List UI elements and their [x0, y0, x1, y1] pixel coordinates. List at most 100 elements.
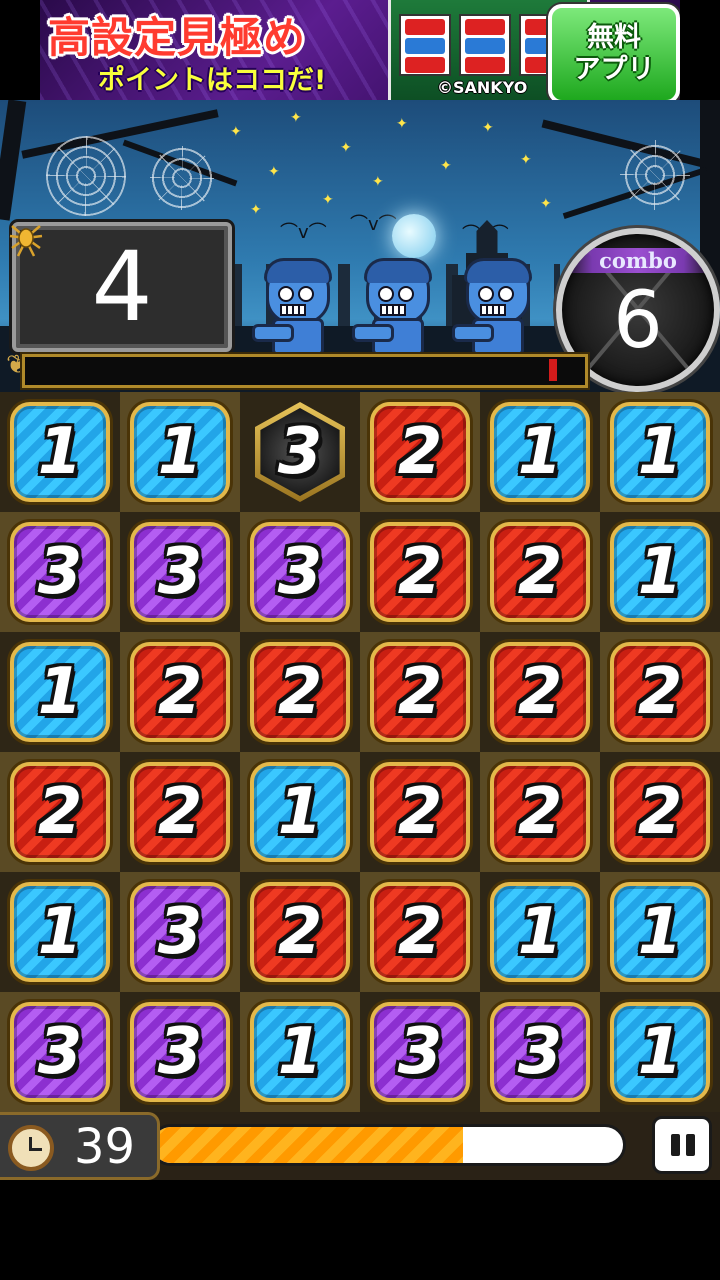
star-icon: ✦	[396, 116, 408, 132]
star-icon: ✦	[230, 124, 242, 140]
tile-cell: 1	[0, 632, 120, 752]
tile-number: 2	[37, 775, 83, 849]
tile-red-2[interactable]: 2	[250, 642, 350, 742]
tile-red-2[interactable]: 2	[370, 522, 470, 622]
tile-blue-1[interactable]: 1	[490, 402, 590, 502]
ad-subtitle: ポイントはココだ!	[98, 65, 327, 96]
tile-number: 1	[157, 415, 203, 489]
tile-cell: 2	[240, 872, 360, 992]
tile-blue-1[interactable]: 1	[610, 402, 710, 502]
zombie-enemy	[452, 258, 532, 356]
star-icon: ✦	[440, 158, 452, 174]
tile-number: 1	[277, 1015, 323, 1089]
ad-title: 高設定見極め	[48, 13, 307, 62]
ad-banner[interactable]: 高設定見極め ポイントはココだ! ©SANKYO 無料 アプリ i	[40, 0, 680, 100]
tile-blue-1[interactable]: 1	[250, 1002, 350, 1102]
pause-button[interactable]	[652, 1116, 712, 1174]
tile-blue-1[interactable]: 1	[10, 402, 110, 502]
pause-icon-bar	[686, 1134, 695, 1156]
tile-number: 3	[37, 535, 83, 609]
tile-blue-1[interactable]: 1	[10, 642, 110, 742]
tile-number: 3	[157, 895, 203, 969]
tile-cell: 2	[0, 752, 120, 872]
tile-blue-1[interactable]: 1	[610, 522, 710, 622]
zombie-enemy	[252, 258, 332, 356]
tile-red-2[interactable]: 2	[130, 762, 230, 862]
tile-blue-1[interactable]: 1	[130, 402, 230, 502]
tile-red-2[interactable]: 2	[250, 882, 350, 982]
tile-red-2[interactable]: 2	[130, 642, 230, 742]
tile-number: 2	[397, 775, 443, 849]
tile-red-2[interactable]: 2	[490, 522, 590, 622]
free-app-button-label: 無料 アプリ	[573, 22, 655, 85]
tile-purple-3[interactable]: 3	[250, 522, 350, 622]
tile-blue-1[interactable]: 1	[490, 882, 590, 982]
tile-number: 1	[517, 415, 563, 489]
spider-icon	[9, 225, 43, 257]
tile-cell: 2	[480, 752, 600, 872]
tile-cell: 1	[0, 392, 120, 512]
time-bar-fill	[153, 1127, 464, 1163]
tile-purple-3[interactable]: 3	[10, 1002, 110, 1102]
tile-red-2[interactable]: 2	[370, 762, 470, 862]
tile-purple-3[interactable]: 3	[130, 1002, 230, 1102]
tile-cell: 1	[600, 512, 720, 632]
tile-cell: 2	[600, 752, 720, 872]
tile-blue-1[interactable]: 1	[10, 882, 110, 982]
star-icon: ✦	[372, 174, 384, 190]
tile-red-2[interactable]: 2	[370, 642, 470, 742]
tile-number: 1	[637, 1015, 683, 1089]
tile-red-2[interactable]: 2	[370, 882, 470, 982]
tile-number: 3	[397, 1015, 443, 1089]
tile-number: 1	[37, 415, 83, 489]
tile-cell: 1	[120, 392, 240, 512]
tile-cell: 2	[360, 752, 480, 872]
tile-blue-1[interactable]: 1	[250, 762, 350, 862]
tile-cell: 1	[480, 872, 600, 992]
tile-purple-3[interactable]: 3	[370, 1002, 470, 1102]
tile-number: 3	[157, 535, 203, 609]
dead-tree	[0, 100, 27, 221]
tile-number: 2	[517, 775, 563, 849]
moon	[392, 214, 436, 258]
time-bar	[150, 1124, 626, 1166]
tile-number: 1	[637, 895, 683, 969]
tile-cell: 3	[120, 512, 240, 632]
slot-reel	[399, 14, 451, 76]
star-icon: ✦	[268, 164, 280, 180]
tile-number: 2	[397, 895, 443, 969]
bat-icon: ⌒v⌒	[280, 222, 327, 243]
tile-number: 2	[277, 655, 323, 729]
tile-number: 1	[637, 415, 683, 489]
tile-red-2[interactable]: 2	[610, 642, 710, 742]
tile-red-2[interactable]: 2	[490, 642, 590, 742]
star-icon: ✦	[540, 196, 552, 212]
tile-number: 3	[277, 535, 323, 609]
score-value: 4	[91, 231, 153, 343]
tile-cell: 3	[240, 512, 360, 632]
tile-cell: 3	[480, 992, 600, 1112]
tile-purple-3[interactable]: 3	[130, 522, 230, 622]
tile-blue-1[interactable]: 1	[610, 882, 710, 982]
tile-hex-3[interactable]: 3	[255, 402, 345, 502]
tile-purple-3[interactable]: 3	[10, 522, 110, 622]
tile-red-2[interactable]: 2	[370, 402, 470, 502]
tile-cell: 2	[240, 632, 360, 752]
timer-value: 39	[74, 1119, 136, 1175]
star-icon: ✦	[322, 192, 334, 208]
tile-number: 2	[637, 655, 683, 729]
tile-purple-3[interactable]: 3	[130, 882, 230, 982]
tile-cell: 2	[120, 752, 240, 872]
tile-purple-3[interactable]: 3	[490, 1002, 590, 1102]
free-app-button[interactable]: 無料 アプリ	[548, 4, 680, 100]
tile-red-2[interactable]: 2	[610, 762, 710, 862]
tile-red-2[interactable]: 2	[10, 762, 110, 862]
tile-blue-1[interactable]: 1	[610, 1002, 710, 1102]
tile-cell: 2	[360, 872, 480, 992]
tile-red-2[interactable]: 2	[490, 762, 590, 862]
tile-number: 3	[277, 415, 323, 489]
bat-icon: ⌒v⌒	[350, 214, 397, 235]
zombie-enemy	[352, 258, 432, 356]
combo-value: 6	[613, 276, 663, 366]
tile-cell: 2	[600, 632, 720, 752]
